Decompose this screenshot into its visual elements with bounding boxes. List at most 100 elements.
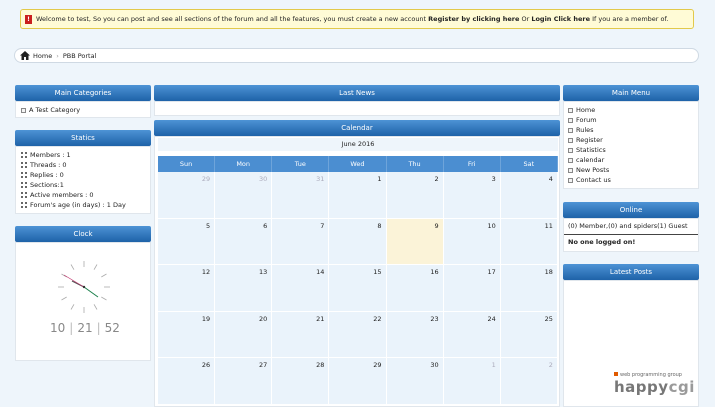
menu-label: Home	[576, 106, 596, 114]
calendar-day[interactable]: 2	[500, 358, 558, 405]
menu-item-home[interactable]: Home	[568, 105, 694, 115]
calendar-day[interactable]: 18	[500, 265, 558, 312]
calendar-day[interactable]: 29	[158, 172, 216, 219]
weekday-sun: Sun	[158, 156, 216, 172]
stat-active-members: Active members : 0	[21, 190, 145, 200]
breadcrumb-home[interactable]: Home	[33, 52, 52, 60]
calendar-day[interactable]: 8	[329, 218, 387, 265]
notice-or: Or	[519, 15, 532, 23]
clock-separator: |	[96, 321, 101, 335]
calendar-day[interactable]: 6	[215, 218, 273, 265]
weekday-wed: Wed	[329, 156, 387, 172]
menu-label: Contact us	[576, 176, 611, 184]
stat-members: Members : 1	[21, 150, 145, 160]
calendar-day[interactable]: 22	[329, 311, 387, 358]
menu-icon	[568, 107, 573, 113]
menu-icon	[568, 127, 573, 133]
calendar-day[interactable]: 1	[443, 358, 501, 405]
calendar-day[interactable]: 2	[386, 172, 444, 219]
menu-icon	[568, 157, 573, 163]
grid-icon	[21, 202, 27, 208]
login-link[interactable]: Login Click here	[531, 15, 590, 23]
calendar-month: June 2016	[158, 138, 558, 151]
notice-text: Welcome to test, So you can post and see…	[36, 15, 668, 23]
stat-label: Members : 1	[30, 151, 71, 159]
menu-label: New Posts	[576, 166, 610, 174]
calendar-day[interactable]: 24	[443, 311, 501, 358]
calendar-day[interactable]: 23	[386, 311, 444, 358]
calendar-day[interactable]: 12	[158, 265, 216, 312]
minute-hand	[83, 286, 99, 298]
clock-header: Clock	[15, 226, 151, 242]
calendar-day[interactable]: 19	[158, 311, 216, 358]
menu-label: Rules	[576, 126, 594, 134]
calendar-day-today[interactable]: 9	[386, 218, 444, 265]
calendar-day[interactable]: 7	[272, 218, 330, 265]
alert-icon: !	[25, 14, 32, 24]
second-hand	[63, 274, 85, 288]
category-label: A Test Category	[29, 106, 81, 114]
online-status: No one logged on!	[568, 238, 636, 246]
digital-clock: 10 | 21 | 52	[50, 321, 120, 335]
calendar-day[interactable]: 28	[272, 358, 330, 405]
stat-label: Replies : 0	[30, 171, 64, 179]
calendar-day[interactable]: 5	[158, 218, 216, 265]
calendar-day[interactable]: 16	[386, 265, 444, 312]
calendar-day[interactable]: 1	[329, 172, 387, 219]
menu-item-calendar[interactable]: calendar	[568, 155, 694, 165]
stat-sections: Sections:1	[21, 180, 145, 190]
menu-item-new-posts[interactable]: New Posts	[568, 165, 694, 175]
calendar-day[interactable]: 30	[386, 358, 444, 405]
clock-minutes: 21	[77, 321, 93, 335]
calendar-days: 29 30 31 1 2 3 4 5 6 7 8 9 10 11 12 13 14 15 16 17 18 19 20 21 2…	[158, 172, 558, 405]
home-icon[interactable]	[20, 51, 30, 60]
calendar-day[interactable]: 26	[158, 358, 216, 405]
menu-label: Statistics	[576, 146, 606, 154]
calendar-day[interactable]: 14	[272, 265, 330, 312]
menu-item-forum[interactable]: Forum	[568, 115, 694, 125]
online-summary: (0) Member,(0) and spiders(1) Guest	[564, 219, 698, 235]
grid-icon	[21, 152, 27, 158]
main-categories-panel: A Test Category	[15, 101, 151, 118]
menu-item-rules[interactable]: Rules	[568, 125, 694, 135]
calendar-header: Calendar	[154, 120, 560, 136]
calendar-day[interactable]: 30	[215, 172, 273, 219]
welcome-notice: ! Welcome to test, So you can post and s…	[20, 9, 694, 29]
latest-posts-header: Latest Posts	[563, 264, 699, 280]
logo-brand: happycgi	[614, 378, 695, 396]
calendar-day[interactable]: 31	[272, 172, 330, 219]
calendar-day[interactable]: 11	[500, 218, 558, 265]
calendar-day[interactable]: 4	[500, 172, 558, 219]
breadcrumb-portal[interactable]: PBB Portal	[63, 52, 97, 60]
calendar-day[interactable]: 20	[215, 311, 273, 358]
category-icon	[21, 107, 26, 113]
analog-clock	[58, 261, 110, 313]
last-news-panel	[154, 101, 560, 116]
calendar-day[interactable]: 3	[443, 172, 501, 219]
menu-icon	[568, 147, 573, 153]
last-news-header: Last News	[154, 85, 560, 101]
calendar-day[interactable]: 25	[500, 311, 558, 358]
grid-icon	[21, 162, 27, 168]
breadcrumb: Home › PBB Portal	[14, 48, 699, 63]
menu-icon	[568, 177, 573, 183]
calendar-day[interactable]: 10	[443, 218, 501, 265]
menu-label: Forum	[576, 116, 597, 124]
menu-icon	[568, 137, 573, 143]
calendar-day[interactable]: 29	[329, 358, 387, 405]
calendar-day[interactable]: 27	[215, 358, 273, 405]
menu-item-statistics[interactable]: Statistics	[568, 145, 694, 155]
menu-item-register[interactable]: Register	[568, 135, 694, 145]
register-link[interactable]: Register by clicking here	[428, 15, 519, 23]
category-item[interactable]: A Test Category	[21, 105, 145, 115]
notice-pre: Welcome to test, So you can post and see…	[36, 15, 429, 23]
stat-threads: Threads : 0	[21, 160, 145, 170]
weekday-thu: Thu	[387, 156, 444, 172]
calendar-day[interactable]: 13	[215, 265, 273, 312]
stat-label: Threads : 0	[30, 161, 67, 169]
menu-label: calendar	[576, 156, 605, 164]
menu-item-contact-us[interactable]: Contact us	[568, 175, 694, 185]
calendar-day[interactable]: 21	[272, 311, 330, 358]
calendar-day[interactable]: 17	[443, 265, 501, 312]
calendar-day[interactable]: 15	[329, 265, 387, 312]
